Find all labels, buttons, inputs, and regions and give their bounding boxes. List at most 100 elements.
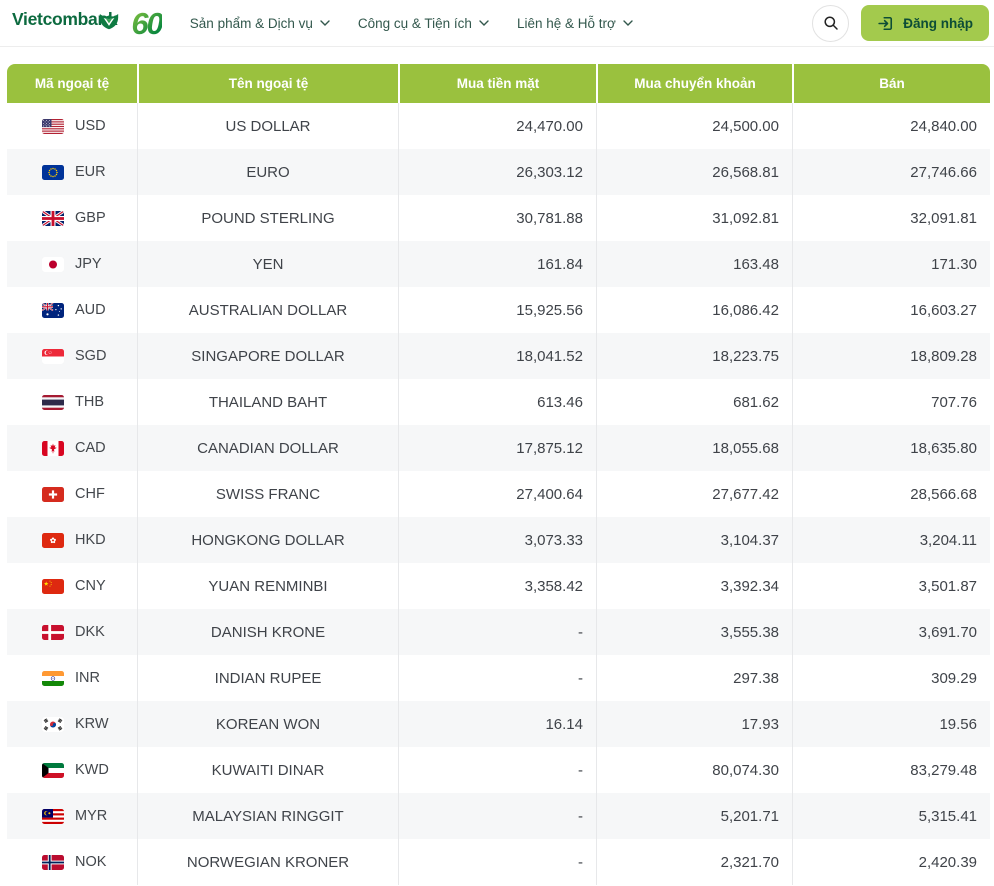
rate-sell: 3,501.87	[792, 563, 990, 609]
ca-flag-icon	[42, 440, 64, 456]
currency-cell: CHF	[7, 471, 137, 517]
currency-name: INDIAN RUPEE	[137, 655, 398, 701]
currency-code: CNY	[75, 578, 106, 594]
currency-code: AUD	[75, 302, 106, 318]
col-header-buy-transfer: Mua chuyển khoản	[596, 64, 792, 103]
table-row: CAD CANADIAN DOLLAR 17,875.12 18,055.68 …	[7, 425, 990, 471]
table-row: AUD AUSTRALIAN DOLLAR 15,925.56 16,086.4…	[7, 287, 990, 333]
currency-cell: NOK	[7, 839, 137, 885]
nav-item-products[interactable]: Sản phẩm & Dịch vụ	[190, 16, 330, 31]
table-row: GBP POUND STERLING 30,781.88 31,092.81 3…	[7, 195, 990, 241]
rate-transfer: 297.38	[596, 655, 792, 701]
nav-item-label: Sản phẩm & Dịch vụ	[189, 15, 313, 31]
currency-code: EUR	[75, 164, 106, 180]
currency-name: EURO	[137, 149, 398, 195]
site-header: Vietcombank 60 Sản phẩm & Dịch vụ Công c…	[0, 0, 994, 47]
search-icon	[824, 16, 838, 30]
currency-cell: INR	[7, 655, 137, 701]
table-row: DKK DANISH KRONE - 3,555.38 3,691.70	[7, 609, 990, 655]
anniversary-60-logo: 60	[131, 0, 164, 47]
currency-cell: KRW	[7, 701, 137, 747]
currency-code: CHF	[75, 486, 105, 502]
rate-cash: -	[398, 793, 596, 839]
rate-transfer: 16,086.42	[596, 287, 792, 333]
login-icon	[878, 16, 893, 30]
currency-code: GBP	[75, 210, 106, 226]
rates-table-body: USD US DOLLAR 24,470.00 24,500.00 24,840…	[7, 103, 990, 885]
table-row: MYR MALAYSIAN RINGGIT - 5,201.71 5,315.4…	[7, 793, 990, 839]
au-flag-icon	[42, 302, 64, 318]
rate-sell: 171.30	[792, 241, 990, 287]
chevron-down-icon	[320, 20, 330, 26]
table-row: EUR EURO 26,303.12 26,568.81 27,746.66	[7, 149, 990, 195]
chevron-down-icon	[623, 20, 633, 26]
currency-cell: USD	[7, 103, 137, 149]
nav-item-label: Liên hệ & Hỗ trợ	[516, 15, 616, 31]
rate-cash: 18,041.52	[398, 333, 596, 379]
currency-cell: AUD	[7, 287, 137, 333]
search-button[interactable]	[812, 4, 850, 42]
ch-flag-icon	[42, 486, 64, 502]
rate-cash: 15,925.56	[398, 287, 596, 333]
nav-item-tools[interactable]: Công cụ & Tiện ích	[358, 16, 489, 31]
rate-cash: -	[398, 747, 596, 793]
currency-cell: CAD	[7, 425, 137, 471]
login-button[interactable]: Đăng nhập	[861, 5, 989, 41]
exchange-rates-table: Mã ngoại tệ Tên ngoại tệ Mua tiền mặt Mu…	[7, 64, 990, 885]
table-header-row: Mã ngoại tệ Tên ngoại tệ Mua tiền mặt Mu…	[7, 64, 990, 103]
rate-cash: 26,303.12	[398, 149, 596, 195]
rate-transfer: 18,223.75	[596, 333, 792, 379]
table-row: HKD HONGKONG DOLLAR 3,073.33 3,104.37 3,…	[7, 517, 990, 563]
currency-code: CAD	[75, 440, 106, 456]
table-row: INR INDIAN RUPEE - 297.38 309.29	[7, 655, 990, 701]
sg-flag-icon	[42, 348, 64, 364]
currency-code: THB	[75, 394, 104, 410]
table-row: CHF SWISS FRANC 27,400.64 27,677.42 28,5…	[7, 471, 990, 517]
rate-transfer: 80,074.30	[596, 747, 792, 793]
currency-name: AUSTRALIAN DOLLAR	[137, 287, 398, 333]
rate-transfer: 18,055.68	[596, 425, 792, 471]
currency-name: YEN	[137, 241, 398, 287]
vietcombank-shield-icon	[100, 14, 119, 30]
my-flag-icon	[42, 808, 64, 824]
col-header-currency-name: Tên ngoại tệ	[137, 64, 398, 103]
nav-item-support[interactable]: Liên hệ & Hỗ trợ	[517, 16, 633, 31]
currency-code: HKD	[75, 532, 106, 548]
rate-sell: 27,746.66	[792, 149, 990, 195]
col-header-buy-cash: Mua tiền mặt	[398, 64, 596, 103]
currency-code: NOK	[75, 854, 107, 870]
nav-item-label: Công cụ & Tiện ích	[357, 15, 472, 31]
table-row: CNY YUAN RENMINBI 3,358.42 3,392.34 3,50…	[7, 563, 990, 609]
vietcombank-logo[interactable]: Vietcombank	[12, 11, 119, 35]
rate-cash: 24,470.00	[398, 103, 596, 149]
currency-code: KRW	[75, 716, 109, 732]
currency-name: DANISH KRONE	[137, 609, 398, 655]
rate-sell: 5,315.41	[792, 793, 990, 839]
table-row: THB THAILAND BAHT 613.46 681.62 707.76	[7, 379, 990, 425]
table-row: SGD SINGAPORE DOLLAR 18,041.52 18,223.75…	[7, 333, 990, 379]
rate-transfer: 31,092.81	[596, 195, 792, 241]
main-nav: Sản phẩm & Dịch vụ Công cụ & Tiện ích Li…	[190, 16, 633, 31]
rate-cash: -	[398, 655, 596, 701]
rate-cash: 3,358.42	[398, 563, 596, 609]
table-row: USD US DOLLAR 24,470.00 24,500.00 24,840…	[7, 103, 990, 149]
col-header-currency-code: Mã ngoại tệ	[7, 64, 137, 103]
cn-flag-icon	[42, 578, 64, 594]
rate-cash: 3,073.33	[398, 517, 596, 563]
currency-code: KWD	[75, 762, 109, 778]
currency-cell: MYR	[7, 793, 137, 839]
currency-name: SWISS FRANC	[137, 471, 398, 517]
table-row: NOK NORWEGIAN KRONER - 2,321.70 2,420.39	[7, 839, 990, 885]
rate-sell: 32,091.81	[792, 195, 990, 241]
eu-flag-icon	[42, 164, 64, 180]
col-header-sell: Bán	[792, 64, 990, 103]
currency-name: NORWEGIAN KRONER	[137, 839, 398, 885]
rate-cash: 16.14	[398, 701, 596, 747]
currency-name: HONGKONG DOLLAR	[137, 517, 398, 563]
hk-flag-icon	[42, 532, 64, 548]
rate-cash: 30,781.88	[398, 195, 596, 241]
dk-flag-icon	[42, 624, 64, 640]
table-row: JPY YEN 161.84 163.48 171.30	[7, 241, 990, 287]
currency-code: JPY	[75, 256, 102, 272]
currency-name: US DOLLAR	[137, 103, 398, 149]
